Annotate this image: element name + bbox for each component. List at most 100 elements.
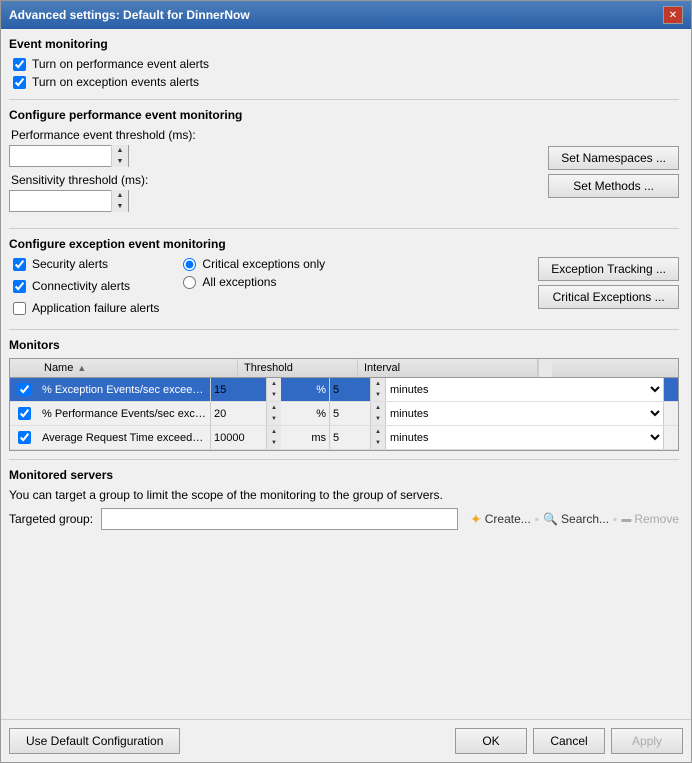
targeted-group-input[interactable] <box>101 508 458 530</box>
conn-alert-checkbox[interactable] <box>13 280 26 293</box>
bottom-bar: Use Default Configuration OK Cancel Appl… <box>1 719 691 762</box>
perf-alert-label: Turn on performance event alerts <box>32 57 209 71</box>
divider-1 <box>9 99 679 100</box>
apply-button[interactable]: Apply <box>611 728 683 754</box>
search-link[interactable]: 🔍 Search... <box>543 512 609 526</box>
perf-threshold-spinner: 15000 ▲ ▼ <box>9 145 129 167</box>
monitor-interval-up-0[interactable]: ▲ <box>371 378 385 390</box>
remove-link[interactable]: ▬ Remove <box>621 512 679 526</box>
monitor-threshold-spinner-2: ▲ ▼ <box>211 426 308 449</box>
ok-button[interactable]: OK <box>455 728 527 754</box>
monitors-section: Monitors Name ▲ Threshold Interval <box>9 338 679 451</box>
monitor-checkbox-1[interactable] <box>18 407 31 420</box>
monitor-threshold-up-1[interactable]: ▲ <box>267 402 281 414</box>
monitor-check-0 <box>10 383 38 396</box>
perf-alert-checkbox[interactable] <box>13 58 26 71</box>
sec-alert-checkbox[interactable] <box>13 258 26 271</box>
bottom-right-buttons: OK Cancel Apply <box>455 728 683 754</box>
event-monitoring-section: Event monitoring Turn on performance eve… <box>9 37 679 89</box>
app-alert-checkbox[interactable] <box>13 302 26 315</box>
exception-tracking-button[interactable]: Exception Tracking ... <box>538 257 679 281</box>
monitor-interval-input-1[interactable] <box>330 402 370 425</box>
divider-2 <box>9 228 679 229</box>
monitor-interval-select-2[interactable]: minutes hours days <box>385 426 663 449</box>
event-monitoring-title: Event monitoring <box>9 37 679 51</box>
divider-3 <box>9 329 679 330</box>
window-title: Advanced settings: Default for DinnerNow <box>9 8 250 22</box>
exc-alert-checkbox[interactable] <box>13 76 26 89</box>
monitor-threshold-down-2[interactable]: ▼ <box>267 438 281 450</box>
exception-checkboxes: Security alerts Connectivity alerts Appl… <box>9 257 159 319</box>
all-radio[interactable] <box>183 276 196 289</box>
monitor-interval-spinbtns-2: ▲ ▼ <box>370 426 385 449</box>
sens-threshold-spinner: 100 ▲ ▼ <box>9 190 129 212</box>
perf-threshold-up[interactable]: ▲ <box>112 145 128 156</box>
monitor-threshold-spinbtns-1: ▲ ▼ <box>266 402 281 425</box>
content-area: Event monitoring Turn on performance eve… <box>1 29 691 719</box>
action-links: ✦ Create... ▪ 🔍 Search... ▪ ▬ Remove <box>470 511 679 528</box>
monitor-threshold-up-2[interactable]: ▲ <box>267 426 281 438</box>
create-link[interactable]: ✦ Create... <box>470 511 531 528</box>
monitors-title: Monitors <box>9 338 679 352</box>
monitor-row-1[interactable]: % Performance Events/sec excee... ▲ ▼ % <box>10 402 678 426</box>
main-window: Advanced settings: Default for DinnerNow… <box>0 0 692 763</box>
sec-alert-row: Security alerts <box>9 257 159 271</box>
sep-1: ▪ <box>535 512 539 526</box>
use-default-button[interactable]: Use Default Configuration <box>9 728 180 754</box>
th-scroll <box>538 359 552 377</box>
sep-2: ▪ <box>613 512 617 526</box>
monitor-interval-input-2[interactable] <box>330 426 370 449</box>
monitor-threshold-input-0[interactable] <box>211 378 266 401</box>
performance-section: Configure performance event monitoring P… <box>9 108 679 218</box>
monitor-threshold-up-0[interactable]: ▲ <box>267 378 281 390</box>
monitor-threshold-input-2[interactable] <box>211 426 266 449</box>
monitor-threshold-down-0[interactable]: ▼ <box>267 390 281 402</box>
monitor-checkbox-2[interactable] <box>18 431 31 444</box>
main-panel: Event monitoring Turn on performance eve… <box>9 37 683 711</box>
performance-title: Configure performance event monitoring <box>9 108 679 122</box>
title-bar: Advanced settings: Default for DinnerNow… <box>1 1 691 29</box>
monitor-row-2[interactable]: Average Request Time exceeds th... ▲ ▼ m… <box>10 426 678 450</box>
critical-radio-label: Critical exceptions only <box>202 257 325 271</box>
app-alert-row: Application failure alerts <box>9 301 159 315</box>
targeted-label: Targeted group: <box>9 512 93 526</box>
monitor-check-1 <box>10 407 38 420</box>
perf-threshold-input[interactable]: 15000 <box>10 146 111 166</box>
critical-radio[interactable] <box>183 258 196 271</box>
set-methods-button[interactable]: Set Methods ... <box>548 174 679 198</box>
sens-threshold-label: Sensitivity threshold (ms): <box>9 173 540 187</box>
sens-threshold-up[interactable]: ▲ <box>112 190 128 201</box>
monitor-interval-up-1[interactable]: ▲ <box>371 402 385 414</box>
perf-threshold-row: 15000 ▲ ▼ <box>9 145 540 167</box>
performance-fields: Performance event threshold (ms): 15000 … <box>9 128 679 218</box>
close-button[interactable]: ✕ <box>663 6 683 24</box>
monitor-threshold-input-1[interactable] <box>211 402 266 425</box>
monitor-row-0[interactable]: % Exception Events/sec exceeds ... ▲ ▼ % <box>10 378 678 402</box>
critical-exceptions-button[interactable]: Critical Exceptions ... <box>538 285 679 309</box>
monitor-interval-up-2[interactable]: ▲ <box>371 426 385 438</box>
sens-threshold-input[interactable]: 100 <box>10 191 111 211</box>
perf-threshold-label: Performance event threshold (ms): <box>9 128 540 142</box>
monitor-interval-select-1[interactable]: minutes hours days <box>385 402 663 425</box>
divider-4 <box>9 459 679 460</box>
monitor-interval-down-2[interactable]: ▼ <box>371 438 385 450</box>
create-icon: ✦ <box>470 511 482 528</box>
monitor-interval-spinbtns-0: ▲ ▼ <box>370 378 385 401</box>
sens-threshold-down[interactable]: ▼ <box>112 201 128 212</box>
monitor-interval-down-1[interactable]: ▼ <box>371 414 385 426</box>
monitor-threshold-down-1[interactable]: ▼ <box>267 414 281 426</box>
monitor-threshold-spinner-0: ▲ ▼ <box>211 378 313 401</box>
sec-alert-label: Security alerts <box>32 257 108 271</box>
monitor-interval-select-0[interactable]: minutes hours days <box>385 378 663 401</box>
conn-alert-label: Connectivity alerts <box>32 279 130 293</box>
monitor-checkbox-0[interactable] <box>18 383 31 396</box>
cancel-button[interactable]: Cancel <box>533 728 605 754</box>
app-alert-label: Application failure alerts <box>32 301 159 315</box>
monitor-interval-input-0[interactable] <box>330 378 370 401</box>
sens-threshold-spin-btns: ▲ ▼ <box>111 190 128 212</box>
perf-threshold-down[interactable]: ▼ <box>112 156 128 167</box>
sens-threshold-row: 100 ▲ ▼ <box>9 190 540 212</box>
set-namespaces-button[interactable]: Set Namespaces ... <box>548 146 679 170</box>
targeted-group-row: Targeted group: ✦ Create... ▪ 🔍 Search..… <box>9 508 679 530</box>
monitor-interval-down-0[interactable]: ▼ <box>371 390 385 402</box>
